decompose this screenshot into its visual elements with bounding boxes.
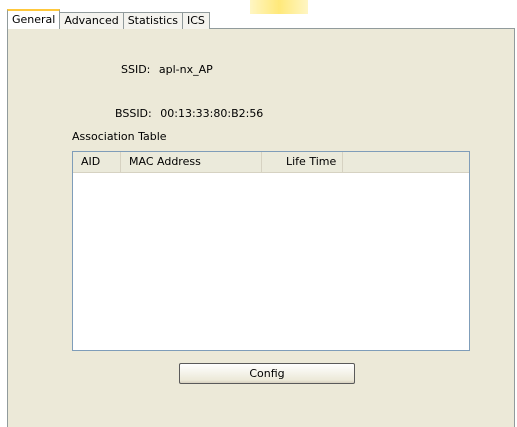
config-button[interactable]: Config [179, 363, 355, 384]
bssid-label: BSSID: [115, 107, 152, 120]
column-header-mac-address[interactable]: MAC Address [121, 152, 262, 172]
column-header-aid[interactable]: AID [73, 152, 121, 172]
tab-statistics[interactable]: Statistics [122, 12, 183, 29]
ssid-value: apl-nx_AP [158, 63, 213, 76]
tab-ics[interactable]: ICS [182, 12, 210, 29]
association-table-label: Association Table [72, 130, 167, 143]
ssid-label: SSID: [121, 63, 151, 76]
association-table[interactable]: AID MAC Address Life Time [72, 151, 470, 351]
ssid-row: SSID: apl-nx_AP [121, 63, 213, 76]
bssid-value: 00:13:33:80:B2:56 [160, 107, 264, 120]
ap-properties-window: General Advanced Statistics ICS SSID: ap… [0, 0, 517, 427]
tab-advanced[interactable]: Advanced [59, 12, 124, 29]
association-table-header: AID MAC Address Life Time [73, 152, 469, 173]
tab-strip: General Advanced Statistics ICS [7, 9, 210, 29]
bssid-row: BSSID: 00:13:33:80:B2:56 [115, 107, 263, 120]
tab-general[interactable]: General [7, 9, 61, 29]
watermark-stripe [250, 0, 308, 14]
column-header-life-time[interactable]: Life Time [262, 152, 343, 172]
